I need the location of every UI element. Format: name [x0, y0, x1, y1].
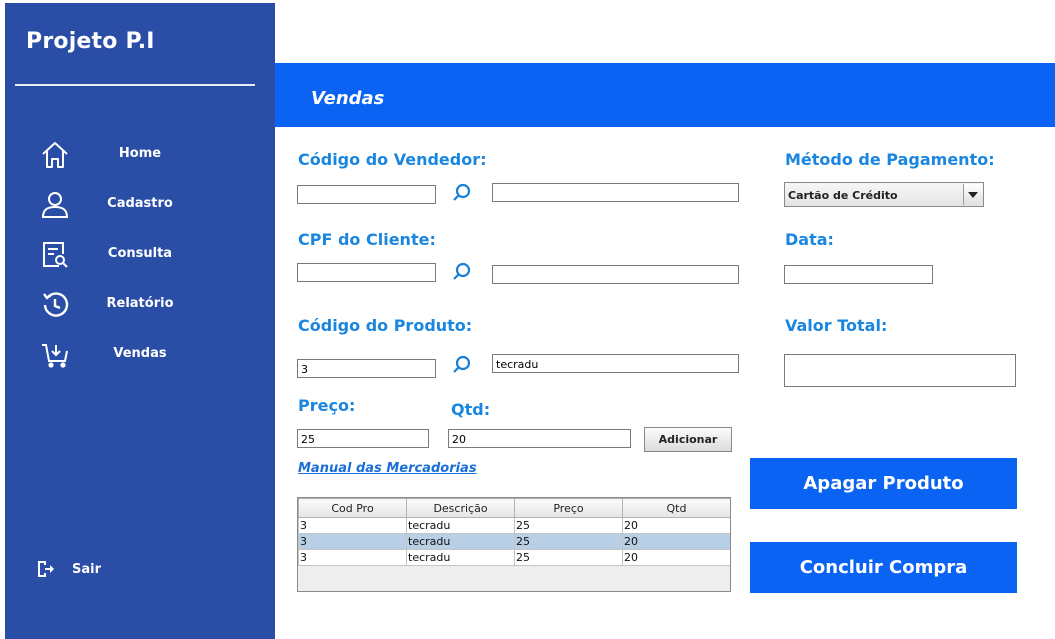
column-header[interactable]: Qtd — [622, 498, 730, 518]
table-row-selected[interactable]: 3 tecradu 25 20 — [298, 533, 730, 550]
history-icon — [39, 289, 71, 321]
sidebar-item-cadastro[interactable]: Cadastro — [5, 185, 275, 225]
sidebar-item-consulta[interactable]: Consulta — [5, 235, 275, 275]
data-label: Data: — [785, 230, 834, 249]
logout-label: Sair — [72, 562, 102, 577]
search-vendedor-icon[interactable] — [451, 182, 473, 204]
cliente-cpf-input[interactable] — [297, 263, 436, 282]
logout-button[interactable]: Sair — [35, 557, 155, 587]
sidebar-item-label: Consulta — [107, 246, 173, 261]
sidebar-item-label: Cadastro — [107, 196, 173, 211]
produto-name-input[interactable] — [492, 354, 739, 373]
app-title: Projeto P.I — [26, 29, 155, 54]
sidebar-item-label: Vendas — [113, 346, 167, 361]
search-cliente-icon[interactable] — [451, 261, 473, 283]
table-cell: 25 — [514, 549, 623, 566]
table-cell: 3 — [298, 517, 407, 534]
table-cell: 3 — [298, 533, 407, 550]
table-cell: tecradu — [406, 549, 515, 566]
page-title: Vendas — [311, 88, 385, 109]
add-product-button[interactable]: Adicionar — [644, 427, 732, 452]
table-cell: 25 — [514, 517, 623, 534]
cart-icon — [39, 339, 71, 371]
column-header[interactable]: Preço — [514, 498, 623, 518]
cliente-name-input[interactable] — [492, 265, 739, 284]
qtd-input[interactable] — [448, 429, 631, 448]
vendedor-label: Código do Vendedor: — [298, 150, 487, 169]
table-header-row: Cod Pro Descrição Preço Qtd — [298, 498, 730, 518]
search-produto-icon[interactable] — [451, 354, 473, 376]
finish-purchase-button[interactable]: Concluir Compra — [750, 542, 1017, 593]
column-header[interactable]: Cod Pro — [298, 498, 407, 518]
sidebar-item-relatorio[interactable]: Relatório — [5, 285, 275, 325]
valor-total-label: Valor Total: — [785, 316, 888, 335]
table-cell: tecradu — [406, 517, 515, 534]
preco-input[interactable] — [297, 429, 429, 448]
document-search-icon — [39, 239, 71, 271]
table-cell: 3 — [298, 549, 407, 566]
home-icon — [39, 139, 71, 171]
table-cell: 20 — [622, 517, 730, 534]
produto-code-input[interactable] — [297, 359, 436, 378]
sidebar-item-home[interactable]: Home — [5, 135, 275, 175]
preco-label: Preço: — [298, 396, 356, 415]
payment-method-select[interactable]: Cartão de Crédito — [784, 182, 984, 207]
vendedor-name-input[interactable] — [492, 183, 739, 202]
table-row[interactable]: 3 tecradu 25 20 — [298, 517, 730, 534]
table-cell: 20 — [622, 549, 730, 566]
sidebar-item-label: Home — [118, 146, 162, 161]
sidebar-item-vendas[interactable]: Vendas — [5, 335, 275, 375]
page-header: Vendas — [275, 63, 1055, 127]
sidebar-item-label: Relatório — [106, 296, 174, 311]
table-row[interactable]: 3 tecradu 25 20 — [298, 549, 730, 566]
user-icon — [39, 189, 71, 221]
vendedor-code-input[interactable] — [297, 185, 436, 204]
qtd-label: Qtd: — [451, 400, 491, 419]
produto-label: Código do Produto: — [298, 316, 473, 335]
delete-product-button[interactable]: Apagar Produto — [750, 458, 1017, 509]
pagamento-label: Método de Pagamento: — [785, 150, 995, 169]
manual-link[interactable]: Manual das Mercadorias — [298, 461, 477, 476]
date-input[interactable] — [784, 265, 933, 284]
table-cell: 25 — [514, 533, 623, 550]
items-table[interactable]: Cod Pro Descrição Preço Qtd 3 tecradu 25… — [297, 497, 731, 592]
cliente-label: CPF do Cliente: — [298, 230, 436, 249]
table-cell: 20 — [622, 533, 730, 550]
column-header[interactable]: Descrição — [406, 498, 515, 518]
payment-method-value: Cartão de Crédito — [788, 189, 898, 202]
total-value-input[interactable] — [784, 354, 1016, 387]
table-cell: tecradu — [406, 533, 515, 550]
logout-icon — [35, 559, 55, 579]
sidebar: Projeto P.I Home Cadastro Consulta Relat… — [5, 3, 275, 639]
chevron-down-icon[interactable] — [963, 184, 982, 205]
sidebar-divider — [15, 84, 255, 86]
